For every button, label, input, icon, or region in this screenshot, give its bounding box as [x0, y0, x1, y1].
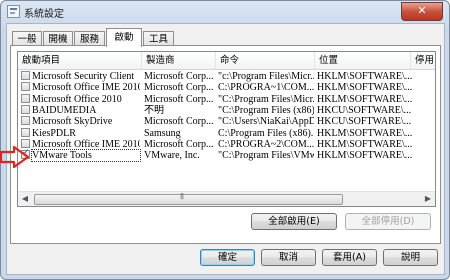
cell-location: HKCU\SOFTWARE\... — [317, 104, 412, 116]
cell-maker: Microsoft Corp... — [144, 82, 214, 94]
cell-maker: Samsung — [144, 127, 181, 139]
help-button[interactable]: 說明 — [383, 249, 438, 266]
tab-services[interactable]: 服務 — [74, 31, 105, 46]
cell-location: HKLM\SOFTWARE\... — [317, 82, 412, 94]
horizontal-scrollbar[interactable]: ◀ ▶ — [18, 191, 435, 206]
window-title: 系統設定 — [24, 9, 64, 20]
table-row[interactable]: Microsoft Office IME 2010 Microsoft Corp.… — [18, 138, 435, 150]
cell-name: BAIDUMEDIA — [32, 104, 97, 116]
cell-name: Microsoft Office IME 2010 — [32, 138, 140, 150]
cell-maker: Microsoft Corp... — [144, 116, 214, 128]
column-header-disabled-date[interactable]: 停用 — [411, 52, 435, 69]
startup-item-checkbox[interactable] — [21, 93, 30, 103]
list-header: 啟動項目 製造商 命令 位置 停用 — [18, 52, 435, 70]
column-header-location[interactable]: 位置 — [315, 52, 411, 69]
table-row[interactable]: KiesPDLR Samsung C:\Program Files (x86)...… — [18, 127, 435, 139]
startup-item-checkbox[interactable] — [21, 82, 30, 92]
cell-location: HKCU\SOFTWARE\... — [317, 116, 412, 128]
cell-name: Microsoft Office IME 2010 — [32, 82, 140, 94]
cell-command: "C:\Program Files\Micr... — [218, 93, 314, 105]
cell-maker: 不明 — [144, 104, 164, 116]
cell-location: HKLM\SOFTWARE\... — [317, 71, 412, 82]
title-bar[interactable]: 系統設定 ✕ — [1, 1, 449, 23]
cell-name: Microsoft Office 2010 — [32, 93, 122, 105]
cell-command: C:\PROGRA~2\COM... — [218, 138, 314, 150]
cell-command: C:\Program Files (x86)... — [218, 127, 314, 139]
disable-all-button[interactable]: 全部停用(D) — [345, 213, 431, 230]
msconfig-app-icon — [7, 5, 20, 18]
tab-startup[interactable]: 啟動 — [106, 28, 142, 47]
cell-command: "C:\Program Files (x86)... — [218, 104, 314, 116]
cell-name: Microsoft Security Client — [32, 71, 135, 82]
cell-location: HKLM\SOFTWARE\... — [317, 138, 412, 150]
cell-name: Microsoft SkyDrive — [32, 116, 113, 128]
startup-items-list[interactable]: 啟動項目 製造商 命令 位置 停用 Microsoft Security Cli… — [17, 51, 436, 207]
cell-maker: Microsoft Corp... — [144, 93, 214, 105]
cell-command: "C:\Program Files\VMw... — [218, 150, 314, 162]
cell-command: C:\PROGRA~1\COM... — [218, 82, 314, 94]
cell-location: HKLM\SOFTWARE\... — [317, 93, 412, 105]
cell-command: "C:\Users\NiaKai\AppD... — [218, 116, 314, 128]
table-row[interactable]: Microsoft Security Client Microsoft Corp.… — [18, 71, 435, 82]
apply-button[interactable]: 套用(A) — [322, 249, 377, 266]
column-header-command[interactable]: 命令 — [216, 52, 315, 69]
table-row[interactable]: Microsoft Office IME 2010 Microsoft Corp.… — [18, 82, 435, 93]
cell-maker: Microsoft Corp... — [144, 138, 214, 150]
cell-location: HKLM\SOFTWARE\... — [317, 150, 412, 162]
cell-name: VMware Tools — [31, 149, 141, 163]
scroll-left-arrow-icon[interactable]: ◀ — [18, 192, 32, 206]
table-row[interactable]: Microsoft SkyDrive Microsoft Corp... "C:\U… — [18, 116, 435, 127]
startup-item-checkbox[interactable] — [21, 71, 30, 80]
cell-command: "c:\Program Files\Micr... — [218, 71, 314, 82]
cell-maker: Microsoft Corp... — [144, 71, 214, 82]
scrollbar-thumb[interactable] — [34, 193, 343, 205]
cell-location: HKLM\SOFTWARE\... — [317, 127, 412, 139]
scroll-right-arrow-icon[interactable]: ▶ — [421, 192, 435, 206]
enable-all-button[interactable]: 全部啟用(E) — [251, 213, 337, 230]
close-button[interactable]: ✕ — [401, 2, 443, 21]
cancel-button[interactable]: 取消 — [261, 249, 316, 266]
table-row[interactable]: Microsoft Office 2010 Microsoft Corp... "C… — [18, 93, 435, 105]
system-configuration-window: 系統設定 ✕ 一般 開機 服務 啟動 工具 啟動項目 製造商 命令 位置 停用 … — [0, 0, 450, 280]
column-header-startup-item[interactable]: 啟動項目 — [18, 52, 142, 69]
tab-general[interactable]: 一般 — [12, 31, 42, 46]
startup-item-checkbox[interactable] — [21, 127, 30, 137]
table-row[interactable]: BAIDUMEDIA 不明 "C:\Program Files (x86)... HK… — [18, 104, 435, 116]
red-pointer-arrow-icon — [0, 146, 30, 168]
ok-button[interactable]: 確定 — [200, 249, 255, 266]
startup-item-checkbox[interactable] — [21, 116, 30, 126]
table-row[interactable]: VMware ToolsVMware, Inc. "C:\Program File… — [18, 148, 435, 163]
cell-maker: VMware, Inc. — [144, 150, 200, 162]
startup-item-checkbox[interactable] — [21, 104, 30, 114]
cell-name: KiesPDLR — [32, 127, 76, 139]
dialog-client-area: 一般 開機 服務 啟動 工具 啟動項目 製造商 命令 位置 停用 Microso… — [6, 23, 445, 275]
tab-boot[interactable]: 開機 — [43, 31, 73, 46]
tab-tools[interactable]: 工具 — [143, 31, 174, 46]
column-header-manufacturer[interactable]: 製造商 — [142, 52, 216, 69]
startup-tab-panel: 啟動項目 製造商 命令 位置 停用 Microsoft Security Cli… — [10, 45, 441, 244]
